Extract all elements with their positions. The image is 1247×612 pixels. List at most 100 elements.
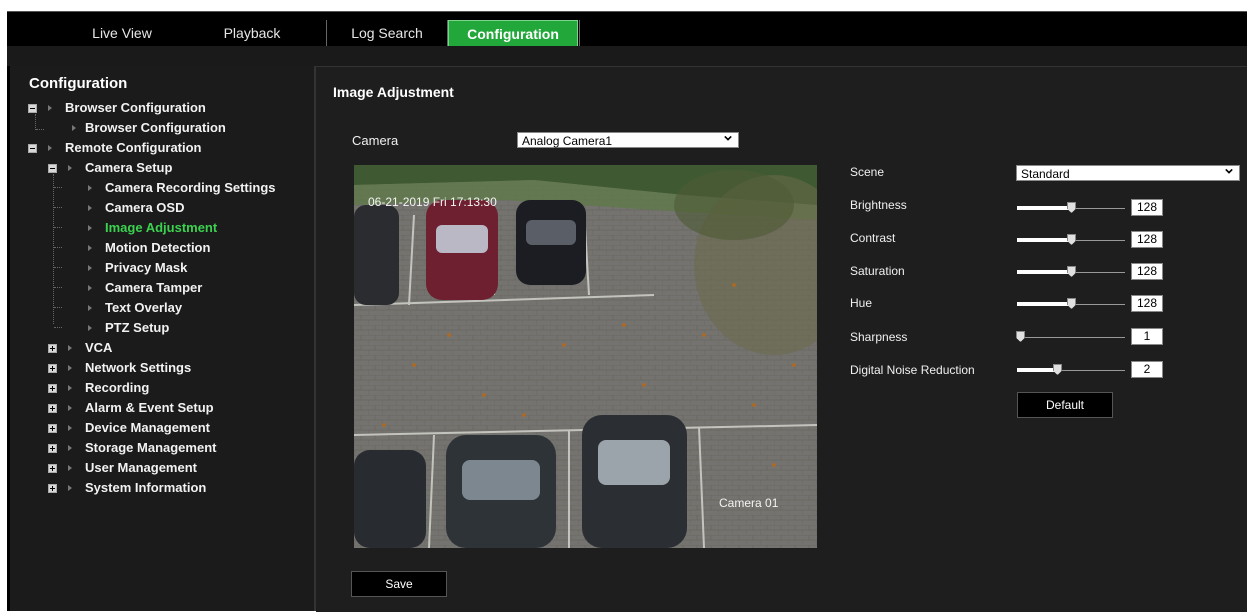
- sidebar-item-motion-detection[interactable]: Motion Detection: [105, 240, 210, 255]
- sharpness-label: Sharpness: [850, 330, 908, 344]
- tree-arrow-icon: [48, 145, 52, 151]
- sidebar-item-vca[interactable]: VCA: [85, 340, 112, 355]
- brightness-slider-fill: [1017, 206, 1071, 210]
- saturation-value[interactable]: 128: [1131, 263, 1163, 280]
- tree-arrow-icon: [72, 125, 76, 131]
- tree-connector: [54, 227, 62, 228]
- collapse-toggle-icon[interactable]: [48, 164, 57, 173]
- dnr-slider-fill: [1017, 368, 1057, 372]
- contrast-label: Contrast: [850, 231, 896, 245]
- tree-arrow-icon: [68, 485, 72, 491]
- sidebar-item-alarm-event-setup[interactable]: Alarm & Event Setup: [85, 400, 214, 415]
- top-nav-bar: Live View Playback Log Search Configurat…: [7, 11, 1247, 47]
- tree-arrow-icon: [68, 465, 72, 471]
- camera-preview: 06-21-2019 Fri 17:13:30 Camera 01: [354, 165, 817, 548]
- tree-arrow-icon: [88, 285, 92, 291]
- sidebar-item-privacy-mask[interactable]: Privacy Mask: [105, 260, 187, 275]
- brightness-label: Brightness: [850, 198, 907, 212]
- expand-toggle-icon[interactable]: [48, 444, 57, 453]
- chevron-down-icon: [1225, 168, 1233, 174]
- sidebar-item-browser-configuration-sub[interactable]: Browser Configuration: [85, 120, 226, 135]
- tree-arrow-icon: [68, 425, 72, 431]
- expand-toggle-icon[interactable]: [48, 464, 57, 473]
- sidebar-item-storage-management[interactable]: Storage Management: [85, 440, 216, 455]
- hue-slider-fill: [1017, 302, 1071, 306]
- default-button[interactable]: Default: [1017, 392, 1113, 418]
- sidebar-item-device-management[interactable]: Device Management: [85, 420, 210, 435]
- tree-connector: [54, 287, 62, 288]
- tree-arrow-icon: [88, 245, 92, 251]
- scene-select-value: Standard: [1021, 167, 1070, 181]
- contrast-value[interactable]: 128: [1131, 231, 1163, 248]
- tree-arrow-icon: [88, 185, 92, 191]
- tree-connector: [54, 267, 62, 268]
- tab-configuration[interactable]: Configuration: [448, 20, 578, 47]
- tab-playback[interactable]: Playback: [197, 20, 307, 47]
- sidebar-item-recording[interactable]: Recording: [85, 380, 149, 395]
- sidebar-item-image-adjustment[interactable]: Image Adjustment: [105, 220, 217, 235]
- sharpness-value[interactable]: 1: [1131, 328, 1163, 345]
- sidebar: Configuration Browser Configuration Brow…: [10, 66, 316, 611]
- tree-arrow-icon: [48, 105, 52, 111]
- chevron-down-icon: [724, 135, 732, 141]
- expand-toggle-icon[interactable]: [48, 384, 57, 393]
- scene-label: Scene: [850, 165, 885, 179]
- tree-arrow-icon: [68, 365, 72, 371]
- expand-toggle-icon[interactable]: [48, 404, 57, 413]
- parking-lot-image: 06-21-2019 Fri 17:13:30 Camera 01: [354, 165, 817, 548]
- tree-arrow-icon: [88, 205, 92, 211]
- tree-arrow-icon: [68, 405, 72, 411]
- camera-select-value: Analog Camera1: [522, 134, 613, 148]
- digital-noise-reduction-label: Digital Noise Reduction: [850, 363, 975, 377]
- saturation-slider-fill: [1017, 270, 1071, 274]
- app-window: Live View Playback Log Search Configurat…: [0, 0, 1247, 612]
- tab-separator: [579, 20, 580, 47]
- osd-timestamp: 06-21-2019 Fri 17:13:30: [368, 195, 497, 209]
- sidebar-item-camera-setup[interactable]: Camera Setup: [85, 160, 172, 175]
- sidebar-item-camera-tamper[interactable]: Camera Tamper: [105, 280, 202, 295]
- tree-connector: [54, 187, 62, 188]
- tree-arrow-icon: [68, 385, 72, 391]
- tree-arrow-icon: [88, 265, 92, 271]
- sidebar-title: Configuration: [29, 75, 128, 92]
- collapse-toggle-icon[interactable]: [28, 104, 37, 113]
- tree-connector: [54, 247, 62, 248]
- tab-log-search[interactable]: Log Search: [327, 20, 447, 47]
- expand-toggle-icon[interactable]: [48, 344, 57, 353]
- sidebar-item-remote-configuration[interactable]: Remote Configuration: [65, 140, 202, 155]
- camera-label: Camera: [352, 133, 399, 148]
- tree-connector: [35, 114, 36, 130]
- sidebar-item-browser-configuration[interactable]: Browser Configuration: [65, 100, 206, 115]
- dnr-value[interactable]: 2: [1131, 361, 1163, 378]
- tree-connector: [53, 174, 54, 324]
- sidebar-item-system-information[interactable]: System Information: [85, 480, 206, 495]
- tree-connector: [36, 129, 44, 130]
- sidebar-item-camera-recording-settings[interactable]: Camera Recording Settings: [105, 180, 276, 195]
- page-title: Image Adjustment: [333, 84, 454, 100]
- expand-toggle-icon[interactable]: [48, 484, 57, 493]
- tree-connector: [54, 327, 62, 328]
- sidebar-item-network-settings[interactable]: Network Settings: [85, 360, 191, 375]
- tree-arrow-icon: [68, 345, 72, 351]
- brightness-value[interactable]: 128: [1131, 199, 1163, 216]
- expand-toggle-icon[interactable]: [48, 424, 57, 433]
- tree-arrow-icon: [68, 445, 72, 451]
- sidebar-item-user-management[interactable]: User Management: [85, 460, 197, 475]
- contrast-slider-fill: [1017, 238, 1071, 242]
- camera-select[interactable]: Analog Camera1: [517, 132, 739, 148]
- nav-underline-strip: [7, 46, 1247, 66]
- sidebar-item-ptz-setup[interactable]: PTZ Setup: [105, 320, 169, 335]
- collapse-toggle-icon[interactable]: [28, 144, 37, 153]
- saturation-label: Saturation: [850, 264, 905, 278]
- tree-arrow-icon: [88, 325, 92, 331]
- tab-live-view[interactable]: Live View: [67, 20, 177, 47]
- hue-value[interactable]: 128: [1131, 295, 1163, 312]
- tree-connector: [54, 207, 62, 208]
- tree-arrow-icon: [68, 165, 72, 171]
- scene-select[interactable]: Standard: [1016, 165, 1240, 181]
- expand-toggle-icon[interactable]: [48, 364, 57, 373]
- sidebar-item-text-overlay[interactable]: Text Overlay: [105, 300, 182, 315]
- sharpness-slider-track[interactable]: [1017, 337, 1125, 338]
- sidebar-item-camera-osd[interactable]: Camera OSD: [105, 200, 184, 215]
- save-button[interactable]: Save: [351, 571, 447, 597]
